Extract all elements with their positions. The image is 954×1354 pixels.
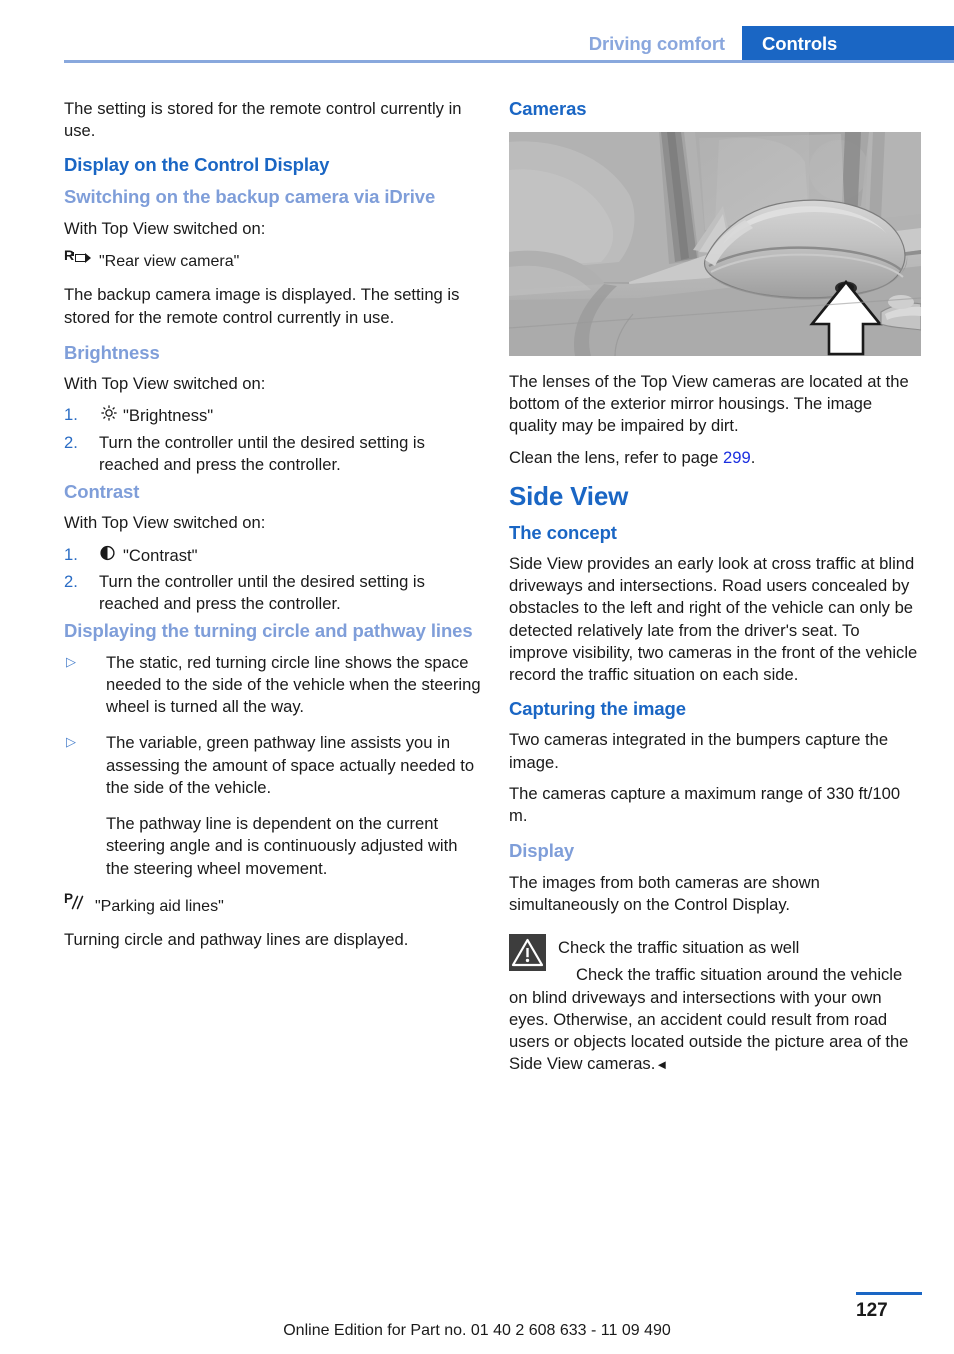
left-column: The setting is stored for the remote con… xyxy=(64,98,482,963)
brightness-steps: 1. "Brightness" 2. Turn the controller u… xyxy=(64,404,482,476)
warning-body-text: Check the traffic situation around the v… xyxy=(509,965,909,1074)
warning-triangle-icon xyxy=(509,934,546,972)
heading-displaying-turning-circle: Displaying the turning circle and pathwa… xyxy=(64,620,473,642)
turning-circle-bullets: ▷ The static, red turning circle line sh… xyxy=(64,652,482,880)
cameras-paragraph: The lenses of the Top View cameras are l… xyxy=(509,372,909,436)
clean-lens-paragraph: Clean the lens, refer to page 299. xyxy=(509,447,923,469)
capturing-paragraph-1: Two cameras integrated in the bumpers ca… xyxy=(509,730,889,772)
step-text: "Brightness" xyxy=(123,406,214,426)
contrast-intro-text: With Top View switched on: xyxy=(64,513,266,533)
step-number: 2. xyxy=(64,571,78,591)
clean-lens-suffix: . xyxy=(750,447,756,467)
heading-the-concept: The concept xyxy=(509,521,617,543)
heading-brightness: Brightness xyxy=(64,341,160,363)
breadcrumb-item-driving-comfort[interactable]: Driving comfort xyxy=(579,26,742,62)
heading-switching-on-backup-camera: Switching on the backup camera via iDriv… xyxy=(64,186,436,208)
parking-aid-lines-menu-entry[interactable]: P "Parking aid lines" xyxy=(64,892,482,917)
warning-notice: Check the traffic situation as well Chec… xyxy=(509,932,923,1075)
list-item[interactable]: 1. "Contrast" xyxy=(64,544,482,567)
triangle-bullet-icon: ▷ xyxy=(66,653,76,669)
list-item: ▷ The variable, green pathway line assis… xyxy=(64,732,482,879)
heading-display: Display xyxy=(509,840,575,862)
intro-paragraph: The setting is stored for the remote con… xyxy=(64,99,462,141)
backup-camera-paragraph: The backup camera image is displayed. Th… xyxy=(64,285,460,327)
list-item: ▷ The static, red turning circle line sh… xyxy=(64,652,482,719)
rear-view-camera-menu-entry[interactable]: R "Rear view camera" xyxy=(64,248,482,272)
heading-side-view: Side View xyxy=(509,480,629,511)
capturing-paragraph-2: The cameras capture a maximum range of 3… xyxy=(509,783,901,826)
display-paragraph: The images from both cameras are shown s… xyxy=(509,872,820,914)
page-number: 127 xyxy=(856,1300,888,1321)
page-reference-link[interactable]: 299 xyxy=(723,448,751,467)
header-divider xyxy=(64,60,954,63)
list-item[interactable]: 1. "Brightness" xyxy=(64,404,482,427)
heading-display-on-control-display: Display on the Control Display xyxy=(64,154,330,176)
heading-cameras: Cameras xyxy=(509,98,587,119)
page-header: Driving comfort Controls xyxy=(0,0,954,62)
heading-capturing-the-image: Capturing the image xyxy=(509,698,686,720)
step-text: Turn the controller until the desired se… xyxy=(99,432,425,474)
clean-lens-prefix: Clean the lens, refer to page xyxy=(509,447,724,467)
right-column: Cameras The lenses of the Top View camer… xyxy=(509,98,923,1075)
triangle-bullet-icon: ▷ xyxy=(66,734,76,750)
heading-contrast: Contrast xyxy=(64,481,140,503)
brightness-intro-text: With Top View switched on: xyxy=(64,374,266,394)
contrast-steps: 1. "Contrast" 2. Turn the controller unt… xyxy=(64,544,482,616)
sun-icon xyxy=(99,404,119,422)
parking-aid-lines-icon: P xyxy=(64,892,90,911)
concept-paragraph: Side View provides an early look at cros… xyxy=(509,553,918,685)
rear-view-camera-label: "Rear view camera" xyxy=(99,253,240,270)
breadcrumb-item-controls[interactable]: Controls xyxy=(742,26,954,62)
step-number: 1. xyxy=(64,544,78,564)
exterior-mirror-camera-illustration xyxy=(509,132,921,356)
warning-end-mark: ◄ xyxy=(655,1057,669,1073)
switching-intro-text: With Top View switched on: xyxy=(64,218,266,238)
step-number: 2. xyxy=(64,432,78,452)
breadcrumb: Driving comfort Controls xyxy=(579,26,954,62)
footer-edition-text: Online Edition for Part no. 01 40 2 608 … xyxy=(283,1322,671,1339)
list-item[interactable]: 2. Turn the controller until the desired… xyxy=(64,432,482,476)
bullet-sub-paragraph: The pathway line is dependent on the cur… xyxy=(106,814,458,878)
step-number: 1. xyxy=(64,405,78,425)
warning-body: Check the traffic situation around the v… xyxy=(509,964,923,1075)
footer-divider xyxy=(856,1292,922,1295)
parking-aid-lines-label: "Parking aid lines" xyxy=(95,897,224,915)
warning-title: Check the traffic situation as well xyxy=(558,938,800,958)
step-text: Turn the controller until the desired se… xyxy=(99,571,425,614)
bullet-text: The static, red turning circle line show… xyxy=(106,652,481,717)
list-item[interactable]: 2. Turn the controller until the desired… xyxy=(64,571,482,615)
step-text: "Contrast" xyxy=(123,545,198,565)
rear-view-camera-icon: R xyxy=(64,248,94,266)
parking-aid-result-text: Turning circle and pathway lines are dis… xyxy=(64,930,409,950)
bullet-text: The variable, green pathway line assists… xyxy=(106,733,475,797)
contrast-icon xyxy=(99,544,119,561)
